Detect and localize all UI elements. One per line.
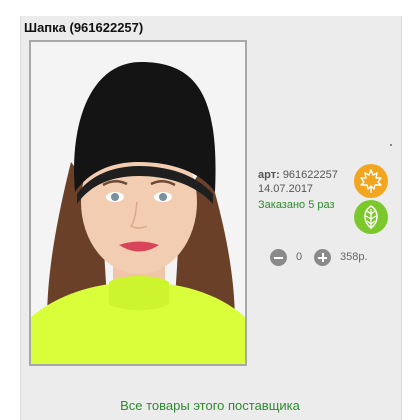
increase-quantity-button[interactable] bbox=[314, 249, 331, 266]
product-date: 14.07.2017 bbox=[258, 183, 314, 195]
article-line: арт: 961622257 bbox=[258, 168, 338, 182]
quantity-value: 0 bbox=[296, 251, 303, 263]
article-label: арт: bbox=[258, 169, 280, 181]
product-title: Шапка (961622257) bbox=[24, 20, 144, 35]
minus-icon bbox=[274, 256, 283, 259]
decorative-dot bbox=[390, 144, 392, 146]
product-info: арт: 961622257 14.07.2017 Заказано 5 раз bbox=[258, 168, 338, 212]
product-image bbox=[31, 42, 245, 364]
leaf-icon bbox=[354, 200, 388, 234]
product-photo[interactable] bbox=[29, 40, 247, 366]
supplier-products-link[interactable]: Все товары этого поставщика bbox=[0, 398, 420, 413]
product-price: 358р. bbox=[340, 251, 368, 263]
ordered-count: Заказано 5 раз bbox=[258, 199, 335, 211]
decrease-quantity-button[interactable] bbox=[270, 249, 287, 266]
maple-leaf-icon bbox=[354, 164, 388, 198]
article-value: 961622257 bbox=[282, 169, 338, 181]
